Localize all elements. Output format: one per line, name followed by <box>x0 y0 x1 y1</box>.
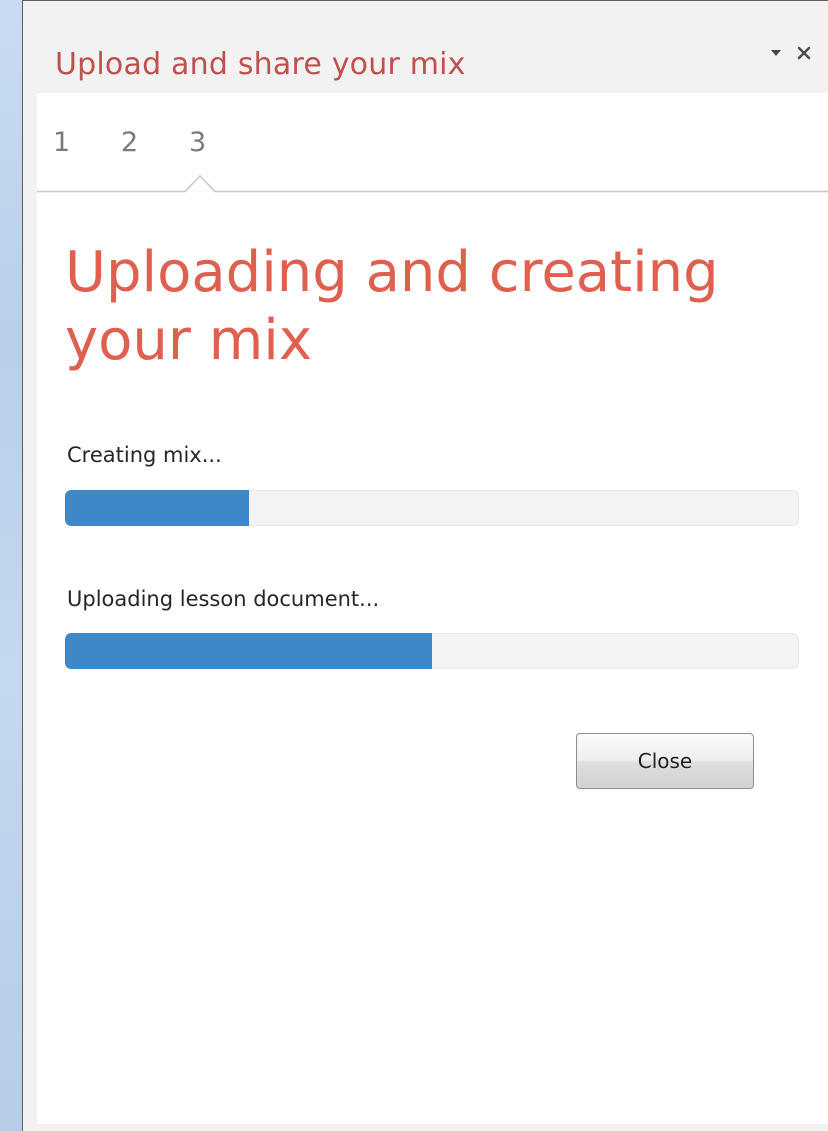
pane-options-button[interactable] <box>766 41 786 65</box>
task-pane: Upload and share your mix 1 2 3 Uploadin… <box>22 0 828 1131</box>
step-tabs: 1 2 3 <box>53 127 257 158</box>
pane-close-button[interactable] <box>794 41 814 65</box>
uploading-document-label: Uploading lesson document... <box>67 587 380 611</box>
pane-controls <box>766 41 814 65</box>
uploading-document-progress-fill <box>65 633 432 669</box>
pane-content: 1 2 3 Uploading and creating your mix Cr… <box>37 93 828 1124</box>
step-tab-1[interactable]: 1 <box>53 127 121 158</box>
creating-mix-label: Creating mix... <box>67 443 222 467</box>
pane-title: Upload and share your mix <box>55 47 466 82</box>
creating-mix-progress-bar <box>65 490 799 526</box>
step-tab-2[interactable]: 2 <box>121 127 189 158</box>
triangle-down-icon <box>771 50 781 56</box>
page-heading: Uploading and creating your mix <box>65 240 719 373</box>
step-tab-3[interactable]: 3 <box>189 127 257 158</box>
creating-mix-progress-fill <box>65 490 249 526</box>
uploading-document-progress-bar <box>65 633 799 669</box>
close-icon <box>797 46 811 60</box>
close-button[interactable]: Close <box>576 733 754 789</box>
